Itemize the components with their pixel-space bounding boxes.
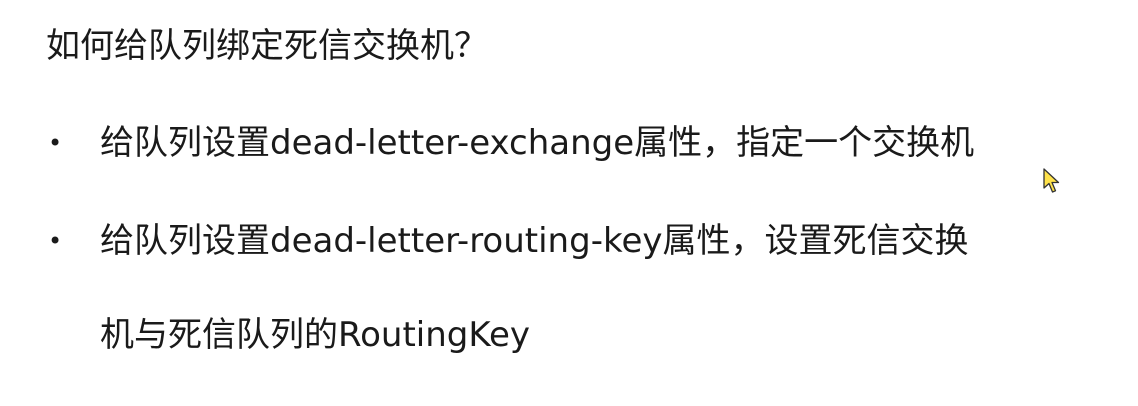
bullet-text: 给队列设置dead-letter-exchange属性，指定一个交换机: [100, 123, 975, 163]
slide-title: 如何给队列绑定死信交换机？: [46, 26, 488, 66]
bullet-list: • 给队列设置dead-letter-exchange属性，指定一个交换机 • …: [46, 118, 974, 360]
bullet-text-line-2: 机与死信队列的RoutingKey: [100, 315, 530, 355]
mouse-pointer-icon: [1043, 168, 1060, 193]
slide: 如何给队列绑定死信交换机？ • 给队列设置dead-letter-exchang…: [0, 0, 1138, 406]
bullet-marker: •: [48, 227, 63, 255]
bullet-marker: •: [48, 129, 63, 157]
bullet-text-line-1: 给队列设置dead-letter-routing-key属性，设置死信交换: [100, 221, 969, 261]
bullet-item-dead-letter-routing-key: • 给队列设置dead-letter-routing-key属性，设置死信交换 …: [46, 216, 974, 360]
bullet-item-dead-letter-exchange: • 给队列设置dead-letter-exchange属性，指定一个交换机: [46, 118, 974, 168]
